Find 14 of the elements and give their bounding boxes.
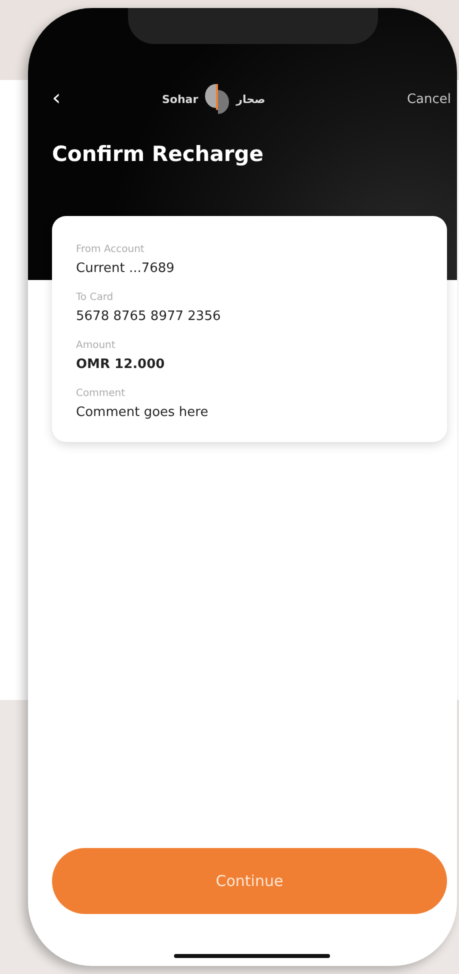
page-title: Confirm Recharge [52,142,265,166]
field-label: Amount [76,340,116,351]
field-label: From Account [76,244,146,255]
logo-text: Sohar [162,92,198,106]
back-button[interactable]: ‹ [52,88,162,110]
field-value: OMR 12.000 [76,357,166,372]
field-label: Comment [76,388,126,399]
cancel-button[interactable]: Cancel [406,92,451,106]
logo-icon [204,82,230,116]
field-value: Current ...7689 [76,261,176,276]
field-value: 5678 8765 8977 2356 [76,309,222,324]
logo-text: صحار [236,92,266,106]
field-label: To Card [76,292,114,303]
field-value: Comment goes here [76,405,210,420]
